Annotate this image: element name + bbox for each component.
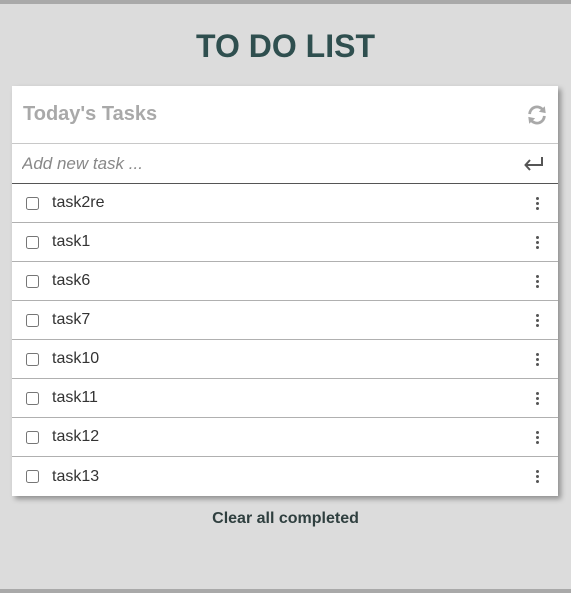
task-label: task10 [52,350,100,367]
clear-completed-button[interactable]: Clear all completed [0,510,571,528]
task-checkbox[interactable] [26,352,39,366]
refresh-icon[interactable] [526,104,548,126]
task-item: task7 [12,301,558,340]
task-item: task2re [12,184,558,223]
more-options-icon[interactable] [530,195,544,211]
task-item: task1 [12,223,558,262]
task-label: task7 [52,311,91,328]
top-border [0,0,571,4]
page-title: TO DO LIST [196,28,375,64]
more-options-icon[interactable] [530,390,544,406]
task-item: task6 [12,262,558,301]
task-checkbox[interactable] [26,470,39,483]
card-title: Today's Tasks [23,103,158,125]
task-list: task2re task1 task6 task7 task10 task11 [12,184,558,496]
more-options-icon[interactable] [530,429,544,445]
more-options-icon[interactable] [530,469,544,485]
task-label: task11 [52,389,98,406]
task-item: task10 [12,340,558,379]
task-item: task12 [12,418,558,457]
task-checkbox[interactable] [26,274,39,288]
card-header: Today's Tasks [12,86,558,144]
task-label: task12 [52,428,100,445]
task-checkbox[interactable] [26,391,39,405]
task-item: task13 [12,457,558,496]
task-label: task6 [52,272,91,289]
more-options-icon[interactable] [530,234,544,250]
enter-icon[interactable] [522,154,546,174]
add-task-row [12,144,558,184]
task-checkbox[interactable] [26,196,39,210]
task-checkbox[interactable] [26,430,39,444]
more-options-icon[interactable] [530,273,544,289]
add-task-input[interactable] [22,153,522,174]
more-options-icon[interactable] [530,351,544,367]
task-label: task13 [52,467,100,485]
task-card: Today's Tasks task2re task1 [12,86,558,496]
task-checkbox[interactable] [26,235,39,249]
bottom-border [0,589,571,593]
task-label: task1 [52,233,91,250]
more-options-icon[interactable] [530,312,544,328]
task-checkbox[interactable] [26,313,39,327]
task-label: task2re [52,194,105,211]
task-item: task11 [12,379,558,418]
